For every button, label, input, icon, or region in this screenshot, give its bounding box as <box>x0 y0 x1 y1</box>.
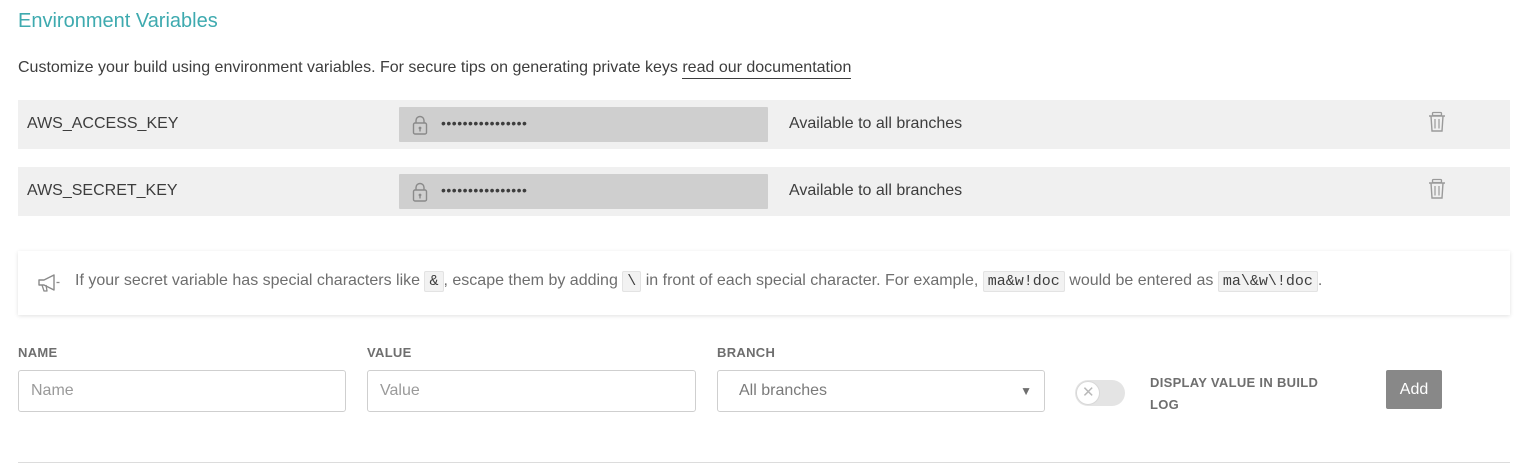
masked-value: •••••••••••••••• <box>441 182 528 198</box>
variable-name: AWS_ACCESS_KEY <box>27 115 179 132</box>
value-input[interactable] <box>367 370 696 412</box>
section-description: Customize your build using environment v… <box>18 59 852 79</box>
notice-text-part: in front of each special character. For … <box>641 272 983 289</box>
notice-text-part: would be entered as <box>1064 272 1218 289</box>
notice-text-part: , escape them by adding <box>443 272 623 289</box>
trash-icon[interactable] <box>1427 111 1447 133</box>
masked-value-field: •••••••••••••••• <box>399 174 768 209</box>
close-icon: ✕ <box>1082 384 1095 401</box>
masked-value-field: •••••••••••••••• <box>399 107 768 142</box>
variable-branch: Available to all branches <box>789 115 963 132</box>
lock-icon <box>412 182 428 202</box>
code-example-raw: ma&w!doc <box>982 271 1065 292</box>
name-label: NAME <box>18 345 58 360</box>
env-variable-row: AWS_SECRET_KEY •••••••••••••••• Availabl… <box>18 167 1510 216</box>
code-example-escaped: ma\&w\!doc <box>1217 271 1318 292</box>
name-input[interactable] <box>18 370 346 412</box>
value-label: VALUE <box>367 345 412 360</box>
notice-text-part: If your secret variable has special char… <box>75 272 425 289</box>
variable-branch: Available to all branches <box>789 182 963 199</box>
toggle-knob: ✕ <box>1076 381 1100 405</box>
display-value-label: DISPLAY VALUE IN BUILD LOG <box>1150 375 1319 412</box>
caret-down-icon: ▼ <box>1020 384 1032 398</box>
section-divider <box>18 462 1510 463</box>
description-text: Customize your build using environment v… <box>18 59 678 76</box>
code-backslash: \ <box>622 271 642 292</box>
branch-select[interactable]: All branches ▼ <box>717 370 1045 412</box>
special-characters-notice: If your secret variable has special char… <box>18 251 1510 315</box>
code-ampersand: & <box>424 271 444 292</box>
notice-text-part: . <box>1317 272 1323 289</box>
variable-name: AWS_SECRET_KEY <box>27 182 178 199</box>
trash-icon[interactable] <box>1427 178 1447 200</box>
documentation-link[interactable]: read our documentation <box>682 59 852 79</box>
lock-icon <box>412 115 428 135</box>
branch-select-value: All branches <box>739 382 828 399</box>
env-variable-row: AWS_ACCESS_KEY •••••••••••••••• Availabl… <box>18 100 1510 149</box>
section-title: Environment Variables <box>18 10 218 32</box>
add-button[interactable]: Add <box>1386 370 1442 409</box>
display-value-toggle[interactable]: ✕ <box>1075 380 1125 406</box>
megaphone-icon <box>38 274 60 292</box>
notice-text: If your secret variable has special char… <box>75 271 1323 292</box>
masked-value: •••••••••••••••• <box>441 115 528 131</box>
branch-label: BRANCH <box>717 345 776 360</box>
